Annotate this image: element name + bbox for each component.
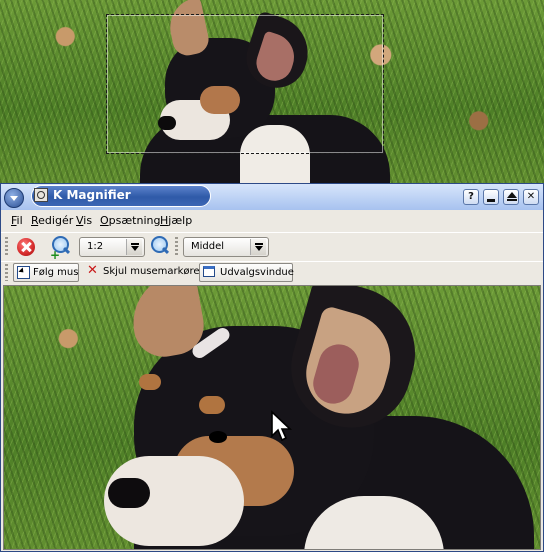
menu-vis[interactable]: Vis — [76, 214, 92, 227]
refresh-rate-value: Middel — [191, 241, 225, 252]
window-title: K Magnifier — [53, 188, 131, 202]
chevron-down-icon[interactable] — [250, 239, 266, 255]
toolbar-grip[interactable] — [5, 237, 8, 257]
desktop-photo — [0, 0, 544, 183]
follow-mouse-toggle[interactable]: Følg mus — [13, 263, 79, 282]
refresh-rate-select[interactable]: Middel — [183, 237, 269, 257]
window-menu-icon[interactable] — [4, 188, 24, 208]
hide-cursor-toggle[interactable]: ✕ Skjul musemarkøren — [85, 263, 206, 282]
menu-rediger[interactable]: Redigér — [31, 214, 73, 227]
title-bar[interactable]: K Magnifier ? ✕ — [1, 184, 543, 210]
selection-window-toggle[interactable]: Udvalgsvindue — [199, 263, 294, 282]
menu-fil[interactable]: Fil — [11, 214, 23, 227]
chevron-down-icon[interactable] — [126, 239, 142, 255]
selection-frame[interactable] — [106, 14, 384, 154]
stop-icon[interactable] — [15, 236, 37, 258]
menubar: Fil Redigér Vis Opsætning Hjælp — [1, 211, 543, 231]
close-icon[interactable]: ✕ — [523, 189, 539, 205]
app-icon — [34, 188, 48, 202]
options-toolbar: Følg mus ✕ Skjul musemarkøren Udvalgsvin… — [1, 261, 543, 284]
zoom-out-icon[interactable] — [148, 235, 170, 257]
minimize-icon[interactable] — [483, 189, 499, 205]
menu-opsaetning[interactable]: Opsætning — [100, 214, 160, 227]
toolbar-separator — [175, 237, 178, 257]
toolbar-grip[interactable] — [5, 264, 8, 281]
follow-mouse-label: Følg mus — [33, 267, 79, 278]
mouse-pointer-icon — [271, 410, 292, 442]
selection-window-label: Udvalgsvindue — [220, 267, 294, 278]
hide-cursor-icon: ✕ — [87, 263, 98, 278]
maximize-icon[interactable] — [503, 189, 519, 205]
help-icon[interactable]: ? — [463, 189, 479, 205]
zoom-in-icon[interactable]: + — [49, 235, 71, 262]
hide-cursor-label: Skjul musemarkøren — [103, 266, 206, 277]
dog-eye — [209, 431, 227, 443]
dog-eyebrow-tan-2 — [199, 396, 225, 414]
kmagnifier-window: K Magnifier ? ✕ Fil Redigér Vis Opsætnin… — [0, 183, 544, 552]
magnified-view[interactable] — [3, 285, 541, 550]
dog-nose — [108, 478, 150, 508]
zoom-select[interactable]: 1:2 — [79, 237, 145, 257]
main-toolbar: + 1:2 Middel — [1, 232, 543, 262]
dog-eyebrow-tan — [139, 374, 161, 390]
menu-hjaelp[interactable]: Hjælp — [160, 214, 192, 227]
selection-window-icon — [203, 266, 215, 277]
zoom-select-value: 1:2 — [87, 241, 104, 252]
